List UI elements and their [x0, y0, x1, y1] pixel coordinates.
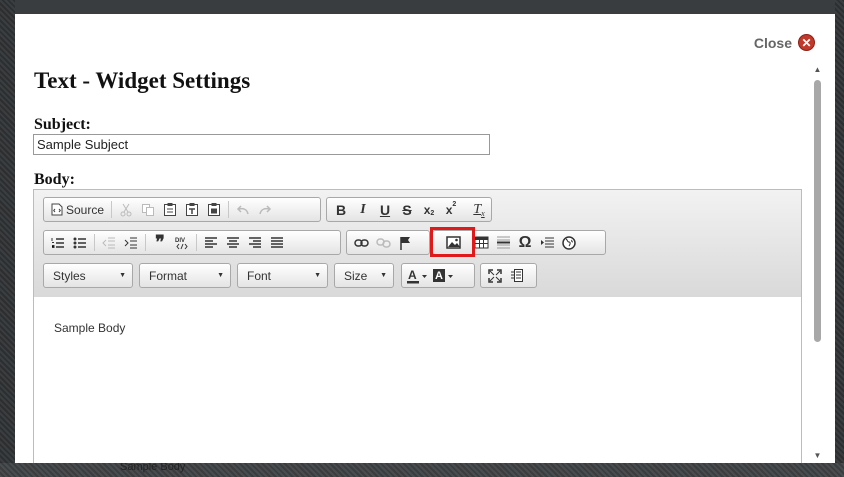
svg-text:A: A: [435, 270, 443, 282]
close-button[interactable]: Close ✕: [754, 34, 815, 51]
toolbar-group-colors: A A: [401, 263, 475, 288]
styles-label: Styles: [53, 268, 86, 283]
source-button[interactable]: Source: [47, 199, 108, 220]
svg-text:A: A: [408, 268, 417, 282]
backdrop-left: [0, 0, 15, 477]
bold-icon[interactable]: B: [330, 199, 352, 220]
horizontal-line-icon[interactable]: [492, 232, 514, 253]
outdent-icon[interactable]: [98, 232, 120, 253]
paste-word-icon[interactable]: [203, 199, 225, 220]
source-icon: [51, 203, 63, 216]
scrollbar-thumb[interactable]: [814, 80, 821, 342]
modal-scrollbar[interactable]: ▲ ▼: [812, 65, 823, 461]
special-char-icon[interactable]: Ω: [514, 232, 536, 253]
paste-icon[interactable]: [159, 199, 181, 220]
format-dropdown[interactable]: Format ▼: [139, 263, 231, 288]
copy-icon[interactable]: [137, 199, 159, 220]
page-break-icon[interactable]: [536, 232, 558, 253]
backdrop-top: [0, 0, 844, 14]
editor-content-area[interactable]: Sample Body: [34, 297, 801, 463]
unlink-icon[interactable]: [372, 232, 394, 253]
italic-icon[interactable]: I: [352, 199, 374, 220]
rich-text-editor: Source B I U S x 2 x 2 T x ❞ DIV Ω Style…: [33, 189, 802, 463]
anchor-icon[interactable]: [394, 232, 416, 253]
background-color-icon[interactable]: A: [431, 265, 457, 286]
font-label: Font: [247, 268, 272, 283]
toolbar-separator: [228, 201, 230, 218]
styles-dropdown[interactable]: Styles ▼: [43, 263, 133, 288]
cut-icon[interactable]: [115, 199, 137, 220]
iframe-icon[interactable]: [558, 232, 580, 253]
bulleted-list-icon[interactable]: [69, 232, 91, 253]
body-label: Body:: [34, 171, 75, 188]
size-dropdown[interactable]: Size ▼: [334, 263, 394, 288]
justify-icon[interactable]: [266, 232, 288, 253]
subject-input[interactable]: [33, 134, 490, 155]
paste-text-icon[interactable]: [181, 199, 203, 220]
text-color-icon[interactable]: A: [405, 265, 431, 286]
superscript-icon[interactable]: x2: [440, 199, 462, 220]
align-right-icon[interactable]: [244, 232, 266, 253]
align-center-icon[interactable]: [222, 232, 244, 253]
toolbar-group-paragraph: ❞ DIV: [43, 230, 341, 255]
editor-toolbar: Source B I U S x 2 x 2 T x ❞ DIV Ω Style…: [34, 190, 801, 298]
format-label: Format: [149, 268, 188, 283]
body-text[interactable]: Sample Body: [54, 321, 125, 335]
toolbar-separator: [145, 234, 146, 251]
remove-format-icon[interactable]: Tx: [468, 199, 490, 220]
scroll-up-arrow-icon[interactable]: ▲: [812, 65, 823, 75]
close-label: Close: [753, 34, 792, 51]
size-label: Size: [344, 268, 368, 283]
redo-icon[interactable]: [254, 199, 276, 220]
subscript-icon[interactable]: x2: [418, 199, 440, 220]
page-title: Text - Widget Settings: [34, 68, 251, 93]
indent-icon[interactable]: [120, 232, 142, 253]
backdrop-right: [835, 0, 844, 477]
blockquote-icon[interactable]: ❞: [149, 232, 171, 253]
link-icon[interactable]: [350, 232, 372, 253]
maximize-icon[interactable]: [484, 265, 506, 286]
toolbar-group-basicstyles: B I U S x2 x2 Tx: [326, 197, 492, 222]
show-blocks-icon[interactable]: [506, 265, 528, 286]
source-label: Source: [66, 202, 105, 217]
toolbar-group-clipboard: Source: [43, 197, 321, 222]
toolbar-group-tools: [480, 263, 537, 288]
image-icon[interactable]: [436, 232, 470, 253]
subject-label: Subject:: [34, 116, 91, 133]
strike-icon[interactable]: S: [396, 199, 418, 220]
chevron-down-icon: ▼: [119, 272, 126, 279]
underline-icon[interactable]: U: [374, 199, 396, 220]
svg-text:DIV: DIV: [175, 238, 185, 244]
scroll-down-arrow-icon[interactable]: ▼: [812, 451, 823, 461]
font-dropdown[interactable]: Font ▼: [237, 263, 328, 288]
close-icon[interactable]: ✕: [798, 34, 815, 51]
toolbar-separator: [94, 234, 95, 251]
toolbar-group-links: [346, 230, 430, 255]
chevron-down-icon: ▼: [314, 272, 321, 279]
align-left-icon[interactable]: [200, 232, 222, 253]
toolbar-separator: [111, 201, 113, 218]
toolbar-group-insert: Ω: [432, 230, 606, 255]
chevron-down-icon: ▼: [380, 272, 387, 279]
chevron-down-icon: ▼: [217, 272, 224, 279]
numbered-list-icon[interactable]: [47, 232, 69, 253]
toolbar-separator: [196, 234, 197, 251]
undo-icon[interactable]: [232, 199, 254, 220]
create-div-icon[interactable]: DIV: [171, 232, 193, 253]
table-icon[interactable]: [470, 232, 492, 253]
widget-settings-modal: Close ✕ Text - Widget Settings Subject: …: [15, 14, 835, 463]
